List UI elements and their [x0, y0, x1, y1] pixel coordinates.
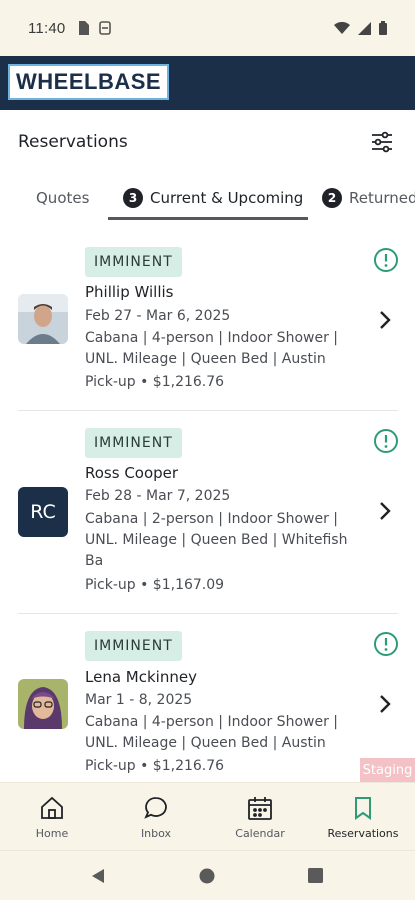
- home-circle-icon[interactable]: [199, 868, 215, 884]
- avatar: [18, 679, 68, 729]
- vehicle-details: Cabana | 4-person | Indoor Shower | UNL.…: [85, 328, 360, 370]
- tab-count-badge: 3: [123, 188, 143, 208]
- tab-quotes[interactable]: Quotes: [36, 174, 89, 222]
- avatar: [18, 294, 68, 344]
- pickup-price: Pick-up • $1,216.76: [85, 758, 225, 774]
- vehicle-details-line: UNL. Mileage | Queen Bed | Austin: [85, 735, 326, 751]
- page-title: Reservations: [18, 132, 128, 152]
- vehicle-details-line: Cabana | 4-person | Indoor Shower |: [85, 714, 338, 730]
- system-nav-bar: [0, 850, 415, 900]
- wheelbase-logo[interactable]: WHEELBASE: [8, 64, 170, 100]
- nav-label: Inbox: [140, 827, 172, 840]
- alert-circle-icon[interactable]: [373, 631, 399, 657]
- alert-circle-icon[interactable]: [373, 428, 399, 454]
- status-badge: IMMINENT: [85, 631, 182, 661]
- home-icon: [41, 796, 63, 819]
- filter-button[interactable]: [367, 127, 397, 157]
- page-title-row: Reservations: [0, 110, 415, 174]
- tab-current-upcoming[interactable]: 3 Current & Upcoming: [123, 174, 303, 222]
- back-icon[interactable]: [90, 868, 106, 884]
- reservation-dates: Mar 1 - 8, 2025: [85, 692, 193, 708]
- reservation-card[interactable]: IMMINENT Phillip Willis Feb 27 - Mar 6, …: [0, 232, 415, 410]
- app-header: WHEELBASE: [0, 56, 415, 110]
- nav-reservations[interactable]: Reservations: [311, 783, 415, 851]
- tab-label: Quotes: [36, 189, 90, 207]
- reservation-tabs: Quotes 3 Current & Upcoming 2 Returned: [0, 174, 415, 222]
- vehicle-details-line: Cabana | 2-person | Indoor Shower |: [85, 511, 338, 527]
- pickup-price: Pick-up • $1,216.76: [85, 374, 225, 390]
- tab-label: Returned: [349, 189, 415, 207]
- battery-icon: [379, 21, 387, 35]
- active-tab-indicator: [108, 217, 308, 220]
- nav-label: Calendar: [235, 827, 285, 840]
- vehicle-details: Cabana | 2-person | Indoor Shower | UNL.…: [85, 509, 360, 572]
- reservation-dates: Feb 27 - Mar 6, 2025: [85, 308, 231, 324]
- wifi-icon: [334, 22, 350, 34]
- nav-inbox[interactable]: Inbox: [104, 783, 208, 851]
- customer-name: Lena Mckinney: [85, 668, 197, 686]
- customer-name: Phillip Willis: [85, 283, 174, 301]
- vehicle-details-line: Cabana | 4-person | Indoor Shower |: [85, 330, 338, 346]
- status-badge: IMMINENT: [85, 428, 182, 458]
- status-time: 11:40: [28, 19, 66, 37]
- sync-icon: [99, 21, 112, 35]
- nav-home[interactable]: Home: [0, 783, 104, 851]
- reservation-card[interactable]: IMMINENT RC Ross Cooper Feb 28 - Mar 7, …: [0, 411, 415, 613]
- reservation-card[interactable]: IMMINENT Lena Mckinney Mar 1 - 8, 2025 C…: [0, 614, 415, 782]
- nav-calendar[interactable]: Calendar: [208, 783, 312, 851]
- sliders-icon: [372, 131, 392, 153]
- avatar: RC: [18, 487, 68, 537]
- chevron-right-icon[interactable]: [376, 693, 394, 715]
- pickup-price: Pick-up • $1,167.09: [85, 577, 225, 593]
- calendar-icon: [248, 797, 272, 820]
- chevron-right-icon[interactable]: [376, 500, 394, 522]
- tab-returned[interactable]: 2 Returned: [322, 174, 415, 222]
- vehicle-details-line: UNL. Mileage | Queen Bed | Whitefish: [85, 532, 348, 548]
- vehicle-details-line: Ba: [85, 553, 104, 569]
- chat-icon: [144, 797, 167, 819]
- vehicle-details-line: UNL. Mileage | Queen Bed | Austin: [85, 351, 326, 367]
- nav-label: Reservations: [327, 827, 399, 840]
- logo-text: WHEELBASE: [16, 69, 162, 94]
- nav-label: Home: [35, 827, 69, 840]
- recents-icon[interactable]: [308, 868, 323, 883]
- tab-count-badge: 2: [322, 188, 342, 208]
- chevron-right-icon[interactable]: [376, 309, 394, 331]
- customer-name: Ross Cooper: [85, 464, 179, 482]
- status-bar: 11:40: [0, 0, 415, 56]
- signal-icon: [358, 21, 371, 35]
- bottom-nav: Home Inbox Calendar Reservations: [0, 782, 415, 850]
- tab-label: Current & Upcoming: [150, 189, 304, 207]
- bookmark-icon: [355, 797, 371, 820]
- vehicle-details: Cabana | 4-person | Indoor Shower | UNL.…: [85, 712, 360, 754]
- alert-circle-icon[interactable]: [373, 247, 399, 273]
- reservation-dates: Feb 28 - Mar 7, 2025: [85, 488, 231, 504]
- sd-card-icon: [79, 21, 90, 35]
- staging-badge: Staging: [360, 758, 415, 782]
- status-badge: IMMINENT: [85, 247, 182, 277]
